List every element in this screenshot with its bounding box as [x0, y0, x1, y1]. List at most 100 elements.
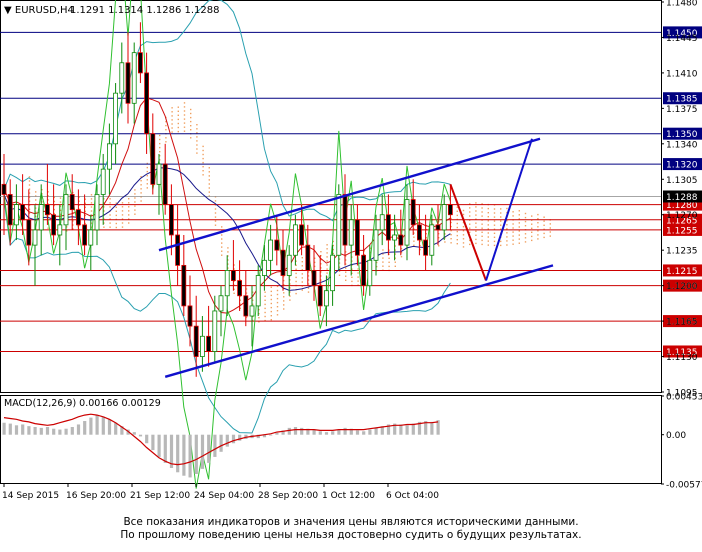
cloud-dot: [524, 212, 527, 215]
cloud-dot: [109, 214, 111, 216]
cloud-dot: [481, 243, 483, 246]
cloud-dot: [140, 192, 142, 194]
candle-body: [292, 224, 298, 256]
cloud-dot: [109, 198, 111, 200]
cloud-dot: [301, 257, 303, 259]
cloud-dot: [171, 107, 173, 109]
candle-body: [243, 295, 249, 317]
cloud-dot: [115, 214, 117, 217]
macd-bar: [337, 429, 341, 435]
cloud-dot: [481, 211, 483, 213]
cloud-dot: [500, 224, 502, 226]
macd-bar: [39, 427, 43, 435]
candle-body: [193, 325, 199, 357]
cloud-dot: [134, 205, 136, 207]
x-tick-label: 28 Sep 20:00: [258, 491, 318, 501]
cloud-dot: [487, 236, 489, 238]
macd-bar: [58, 429, 62, 435]
cloud-dot: [171, 119, 173, 121]
cloud-dot: [270, 319, 272, 321]
cloud-dot: [487, 228, 489, 230]
cloud-dot: [208, 191, 210, 193]
cloud-dot: [326, 252, 328, 254]
macd-bar: [287, 427, 291, 435]
macd-bar: [83, 421, 87, 435]
candle-body: [131, 52, 137, 104]
candle-body: [286, 254, 292, 276]
cloud-dot: [171, 111, 173, 113]
candle-body: [224, 270, 230, 297]
cloud-dot: [221, 254, 223, 256]
cloud-dot: [537, 234, 539, 236]
y-tick-label: 1.1340: [666, 140, 698, 150]
candle-body: [423, 239, 429, 256]
macd-bar: [27, 426, 31, 435]
cloud-dot: [351, 280, 353, 283]
cloud-dot: [128, 206, 130, 208]
cloud-dot: [121, 214, 124, 216]
candle-body: [336, 194, 342, 256]
macd-bar: [362, 431, 366, 435]
cloud-dot: [28, 184, 31, 186]
macd-bar: [21, 424, 25, 435]
cloud-dot: [258, 317, 260, 319]
cloud-dot: [500, 208, 502, 210]
chart-title: ▼ EURUSD,H4: [4, 5, 74, 16]
cloud-dot: [109, 222, 111, 224]
macd-bar: [145, 434, 149, 444]
cloud-dot: [531, 227, 533, 229]
cloud-dot: [475, 202, 477, 204]
cloud-dot: [276, 301, 279, 304]
cloud-dot: [159, 142, 161, 145]
cloud-dot: [115, 210, 117, 212]
candle-body: [392, 234, 398, 241]
cloud-dot: [146, 175, 148, 177]
candle-body: [1, 183, 7, 195]
cloud-dot: [177, 110, 179, 112]
macd-bar: [70, 427, 74, 435]
y-tick-label: 1.1410: [666, 69, 698, 79]
candle-body: [94, 194, 100, 231]
cloud-dot: [326, 264, 328, 266]
candle-body: [187, 305, 193, 327]
cloud-dot: [214, 216, 217, 218]
cloud-dot: [208, 183, 210, 185]
cloud-dot: [537, 213, 539, 216]
macd-bar: [368, 429, 372, 435]
cloud-dot: [214, 224, 217, 226]
cloud-dot: [493, 240, 496, 243]
cloud-dot: [301, 261, 303, 263]
candle-body: [88, 229, 94, 246]
cloud-dot: [183, 106, 186, 108]
cloud-dot: [128, 202, 130, 204]
cloud-dot: [506, 207, 508, 210]
cloud-dot: [177, 122, 179, 125]
cloud-dot: [345, 267, 347, 269]
candle-body: [125, 62, 131, 104]
cloud-dot: [518, 234, 520, 236]
cloud-dot: [183, 126, 186, 128]
cloud-dot: [345, 271, 347, 273]
candle-body: [416, 224, 422, 241]
cloud-dot: [326, 260, 328, 262]
macd-bar: [157, 434, 161, 457]
candle-body: [268, 239, 274, 261]
cloud-dot: [518, 230, 520, 232]
candle-body: [261, 259, 267, 276]
level-label-1.1215: 1.1215: [666, 267, 698, 277]
cloud-dot: [301, 289, 303, 291]
cloud-dot: [357, 272, 359, 274]
dropdown-triangle-icon[interactable]: ▼: [4, 5, 15, 16]
cloud-dot: [35, 199, 37, 201]
cloud-dot: [221, 250, 223, 252]
cloud-dot: [543, 220, 545, 222]
cloud-dot: [456, 243, 458, 245]
cloud-dot: [270, 290, 272, 293]
cloud-dot: [537, 218, 539, 220]
candle-body: [199, 335, 205, 357]
cloud-dot: [475, 234, 477, 236]
cloud-dot: [462, 234, 465, 236]
cloud-dot: [214, 220, 217, 222]
macd-bar: [76, 424, 81, 435]
cloud-dot: [320, 251, 322, 253]
